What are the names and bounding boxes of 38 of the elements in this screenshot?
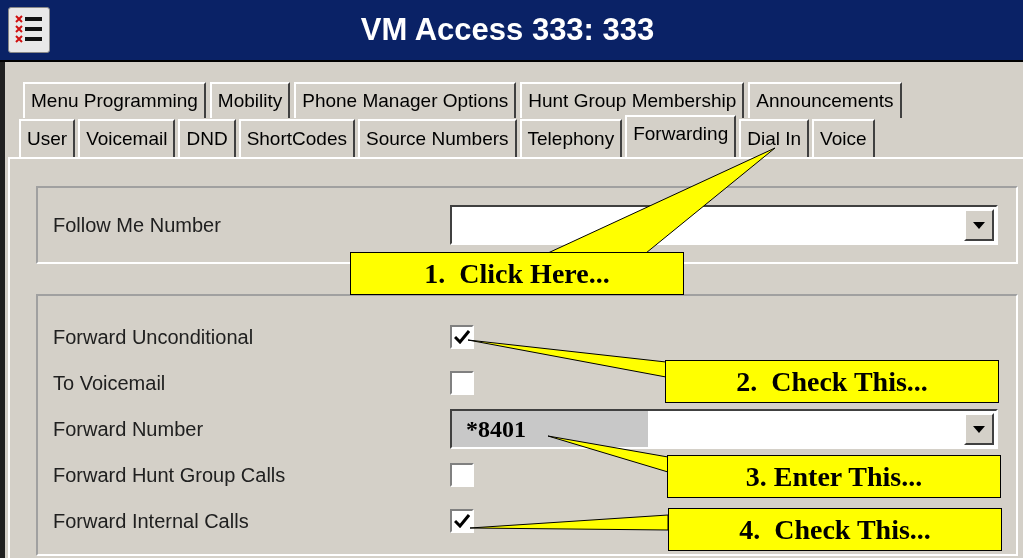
app-icon [8, 7, 50, 53]
callout: 1. Click Here... [350, 252, 684, 295]
caret-icon [973, 221, 985, 229]
tab[interactable]: Forwarding [625, 115, 737, 157]
field-value: *8401 [452, 411, 648, 447]
tab[interactable]: Phone Manager Options [294, 82, 517, 118]
tab[interactable]: Mobility [209, 82, 291, 118]
tab[interactable]: Telephony [519, 119, 623, 157]
dropdown-arrow-button[interactable] [964, 209, 994, 241]
check-icon [454, 330, 470, 344]
field-label: Forward Internal Calls [53, 509, 250, 534]
callout: 2. Check This... [665, 360, 999, 403]
check-icon [454, 514, 470, 528]
field-label: Follow Me Number [53, 213, 222, 238]
tab[interactable]: Menu Programming [23, 82, 206, 118]
checkbox[interactable] [450, 463, 474, 487]
field-label: To Voicemail [53, 371, 167, 396]
tab[interactable]: DND [178, 119, 236, 157]
field-label: Forward Number [53, 417, 205, 442]
checkbox[interactable] [450, 371, 474, 395]
caret-icon [973, 425, 985, 433]
field-label: Forward Hunt Group Calls [53, 463, 287, 488]
tab[interactable]: Voicemail [78, 119, 176, 157]
callout: 3. Enter This... [667, 455, 1001, 498]
tab[interactable]: Voice [812, 119, 875, 157]
window-title: VM Access 333: 333 [359, 10, 656, 49]
dropdown-field[interactable]: *8401 [450, 409, 998, 449]
callout: 4. Check This... [668, 508, 1002, 551]
field-label: Forward Unconditional [53, 325, 255, 350]
tab[interactable]: Hunt Group Membership [520, 82, 745, 118]
tab[interactable]: Source Numbers [357, 119, 517, 157]
tab[interactable]: Announcements [748, 82, 902, 118]
checkbox[interactable] [450, 509, 474, 533]
checkbox[interactable] [450, 325, 474, 349]
dropdown-arrow-button[interactable] [964, 413, 994, 445]
tab[interactable]: ShortCodes [238, 119, 355, 157]
tab[interactable]: Dial In [739, 119, 810, 157]
tab[interactable]: User [19, 119, 76, 157]
